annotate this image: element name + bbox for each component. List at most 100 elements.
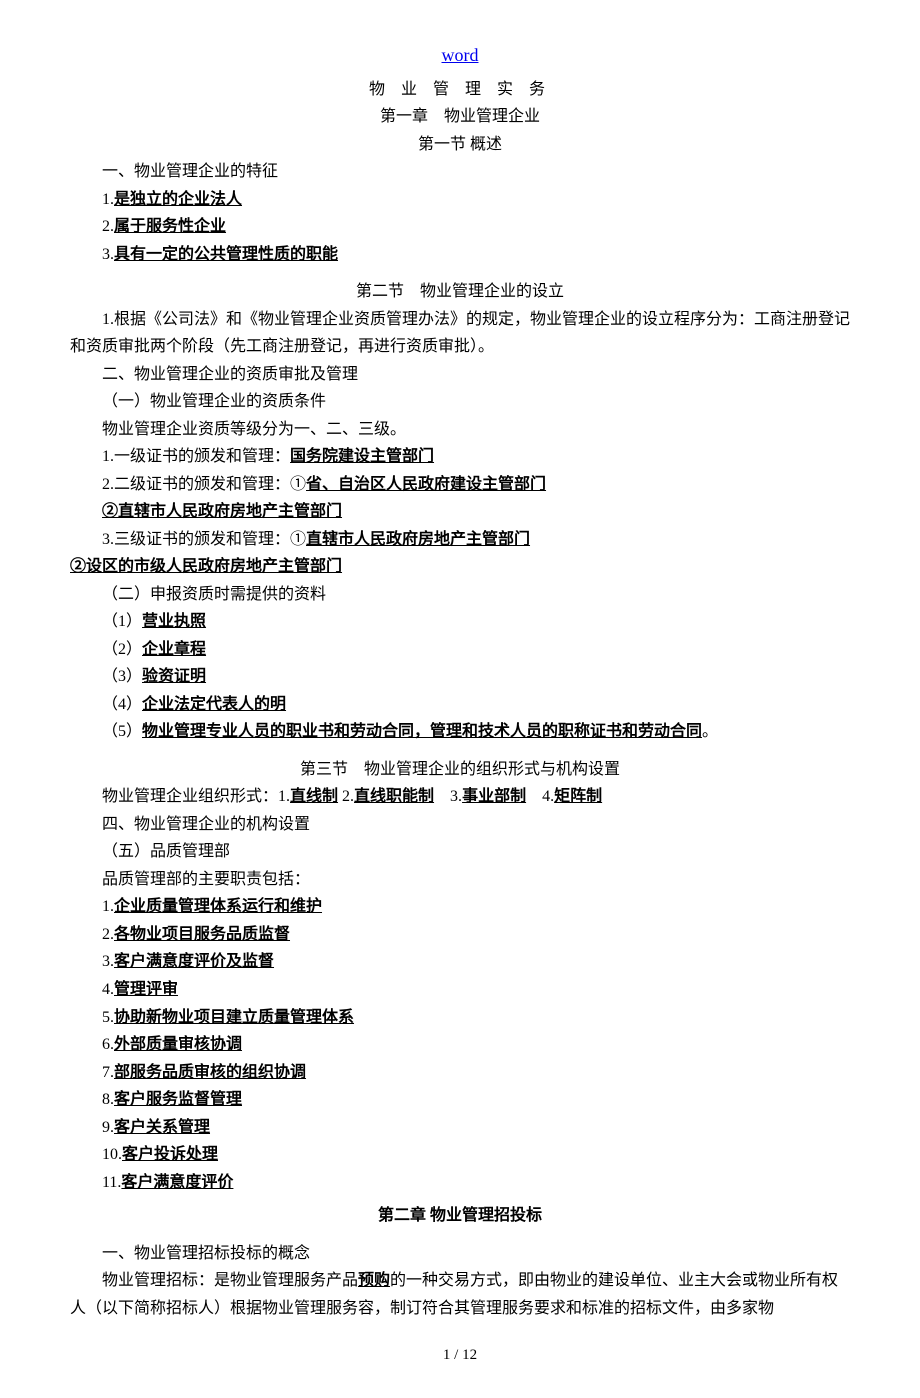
s3-q5: 5.协助新物业项目建立质量管理体系 xyxy=(70,1004,850,1032)
s3-q6: 6.外部质量审核协调 xyxy=(70,1031,850,1059)
s3-q7-text: 部服务品质审核的组织协调 xyxy=(114,1064,306,1081)
s3-q6-text: 外部质量审核协调 xyxy=(114,1036,242,1053)
section3-title: 第三节 物业管理企业的组织形式与机构设置 xyxy=(70,756,850,784)
s1-i2-prefix: 2. xyxy=(102,218,114,235)
s2-p1: 1.根据《公司法》和《物业管理企业资质管理办法》的规定，物业管理企业的设立程序分… xyxy=(70,306,850,361)
s1-i2-text: 属于服务性企业 xyxy=(114,218,226,235)
s3-q9-text: 客户关系管理 xyxy=(114,1119,210,1136)
s3-f3: 事业部制 xyxy=(462,788,526,805)
s3-q8: 8.客户服务监督管理 xyxy=(70,1086,850,1114)
s3-q1: 1.企业质量管理体系运行和维护 xyxy=(70,893,850,921)
s2-l5: ②设区的市级人民政府房地产主管部门 xyxy=(70,553,850,581)
s3-q6-prefix: 6. xyxy=(102,1036,114,1053)
s2-l1-prefix: 1.一级证书的颁发和管理： xyxy=(102,448,290,465)
s2-l1: 1.一级证书的颁发和管理：国务院建设主管部门 xyxy=(70,443,850,471)
s3-q4: 4.管理评审 xyxy=(70,976,850,1004)
s3-fb: 2. xyxy=(338,788,354,805)
s3-fa: 物业管理企业组织形式：1. xyxy=(102,788,290,805)
s3-q4-prefix: 4. xyxy=(102,981,114,998)
s3-q11-prefix: 11. xyxy=(102,1174,121,1191)
s3-q9: 9.客户关系管理 xyxy=(70,1114,850,1142)
s2-l2-text: 省、自治区人民政府建设主管部门 xyxy=(306,476,546,493)
s3-q2-text: 各物业项目服务品质监督 xyxy=(114,926,290,943)
chapter2-title: 第二章 物业管理招投标 xyxy=(70,1202,850,1230)
c2-p1: 物业管理招标：是物业管理服务产品预购的一种交易方式，即由物业的建设单位、业主大会… xyxy=(70,1267,850,1322)
header-link: word xyxy=(70,40,850,72)
s2-l3-text: 直辖市人民政府房地产主管部门 xyxy=(118,503,342,520)
main-title: 物 业 管 理 实 务 xyxy=(70,76,850,104)
s3-q3-text: 客户满意度评价及监督 xyxy=(114,953,274,970)
s2-d1-prefix: （1） xyxy=(102,613,142,630)
s2-d4-text: 企业法定代表人的明 xyxy=(142,696,286,713)
s2-l5-prefix: ② xyxy=(70,558,86,575)
s2-d2: （2）企业章程 xyxy=(70,636,850,664)
s2-d5-prefix: （5） xyxy=(102,723,142,740)
s3-q3: 3.客户满意度评价及监督 xyxy=(70,948,850,976)
s2-l2-prefix: 2.二级证书的颁发和管理：① xyxy=(102,476,306,493)
s3-f1: 直线制 xyxy=(290,788,338,805)
s2-d5: （5）物业管理专业人员的职业书和劳动合同，管理和技术人员的职称证书和劳动合同。 xyxy=(70,718,850,746)
s1-item3: 3.具有一定的公共管理性质的职能 xyxy=(70,241,850,269)
s2-d5-end: 。 xyxy=(702,723,718,740)
s2-l3-prefix: ② xyxy=(102,503,118,520)
s1-i3-prefix: 3. xyxy=(102,246,114,263)
s2-l2: 2.二级证书的颁发和管理：①省、自治区人民政府建设主管部门 xyxy=(70,471,850,499)
s3-q5-text: 协助新物业项目建立质量管理体系 xyxy=(114,1009,354,1026)
s3-q2-prefix: 2. xyxy=(102,926,114,943)
s3-p5: 品质管理部的主要职责包括： xyxy=(70,866,850,894)
s2-d3-prefix: （3） xyxy=(102,668,142,685)
c2-p1a: 物业管理招标：是物业管理服务产品 xyxy=(102,1272,358,1289)
s3-q10-prefix: 10. xyxy=(102,1146,122,1163)
s1-item2: 2.属于服务性企业 xyxy=(70,213,850,241)
s3-f4: 矩阵制 xyxy=(554,788,602,805)
c2-h1: 一、物业管理招标投标的概念 xyxy=(70,1240,850,1268)
s2-h2b: （二）申报资质时需提供的资料 xyxy=(70,581,850,609)
s2-d5-text: 物业管理专业人员的职业书和劳动合同，管理和技术人员的职称证书和劳动合同 xyxy=(142,723,702,740)
s3-q8-text: 客户服务监督管理 xyxy=(114,1091,242,1108)
s3-forms: 物业管理企业组织形式：1.直线制 2.直线职能制 3.事业部制 4.矩阵制 xyxy=(70,783,850,811)
s1-i1-text: 是独立的企业法人 xyxy=(114,191,242,208)
s2-h2a: （一）物业管理企业的资质条件 xyxy=(70,388,850,416)
chapter1-title: 第一章 物业管理企业 xyxy=(70,103,850,131)
s2-d3-text: 验资证明 xyxy=(142,668,206,685)
s2-d2-text: 企业章程 xyxy=(142,641,206,658)
s3-q11: 11.客户满意度评价 xyxy=(70,1169,850,1197)
s3-fc: 3. xyxy=(434,788,462,805)
s2-l4: 3.三级证书的颁发和管理：①直辖市人民政府房地产主管部门 xyxy=(70,526,850,554)
s2-p2: 物业管理企业资质等级分为一、二、三级。 xyxy=(70,416,850,444)
s2-h2: 二、物业管理企业的资质审批及管理 xyxy=(70,361,850,389)
s2-l3: ②直辖市人民政府房地产主管部门 xyxy=(70,498,850,526)
s3-q3-prefix: 3. xyxy=(102,953,114,970)
s3-q10: 10.客户投诉处理 xyxy=(70,1141,850,1169)
s3-q2: 2.各物业项目服务品质监督 xyxy=(70,921,850,949)
word-link[interactable]: word xyxy=(442,45,479,65)
s3-h4: 四、物业管理企业的机构设置 xyxy=(70,811,850,839)
s2-d1: （1）营业执照 xyxy=(70,608,850,636)
s1-i3-text: 具有一定的公共管理性质的职能 xyxy=(114,246,338,263)
s3-q4-text: 管理评审 xyxy=(114,981,178,998)
s3-h5: （五）品质管理部 xyxy=(70,838,850,866)
s1-item1: 1.是独立的企业法人 xyxy=(70,186,850,214)
s2-d4: （4）企业法定代表人的明 xyxy=(70,691,850,719)
s3-fd: 4. xyxy=(526,788,554,805)
c2-p1u: 预购 xyxy=(358,1272,390,1289)
s2-l1-text: 国务院建设主管部门 xyxy=(290,448,434,465)
s2-d4-prefix: （4） xyxy=(102,696,142,713)
s2-l4-prefix: 3.三级证书的颁发和管理：① xyxy=(102,531,306,548)
s3-f2: 直线职能制 xyxy=(354,788,434,805)
s3-q1-text: 企业质量管理体系运行和维护 xyxy=(114,898,322,915)
s3-q1-prefix: 1. xyxy=(102,898,114,915)
s2-l5-text: 设区的市级人民政府房地产主管部门 xyxy=(86,558,342,575)
s3-q5-prefix: 5. xyxy=(102,1009,114,1026)
s1-i1-prefix: 1. xyxy=(102,191,114,208)
s2-d3: （3）验资证明 xyxy=(70,663,850,691)
s3-q7-prefix: 7. xyxy=(102,1064,114,1081)
s3-q7: 7.部服务品质审核的组织协调 xyxy=(70,1059,850,1087)
section1-title: 第一节 概述 xyxy=(70,131,850,159)
s2-l4-text: 直辖市人民政府房地产主管部门 xyxy=(306,531,530,548)
s3-q10-text: 客户投诉处理 xyxy=(122,1146,218,1163)
s3-q8-prefix: 8. xyxy=(102,1091,114,1108)
s3-q11-text: 客户满意度评价 xyxy=(121,1174,233,1191)
section2-title: 第二节 物业管理企业的设立 xyxy=(70,278,850,306)
s2-d2-prefix: （2） xyxy=(102,641,142,658)
